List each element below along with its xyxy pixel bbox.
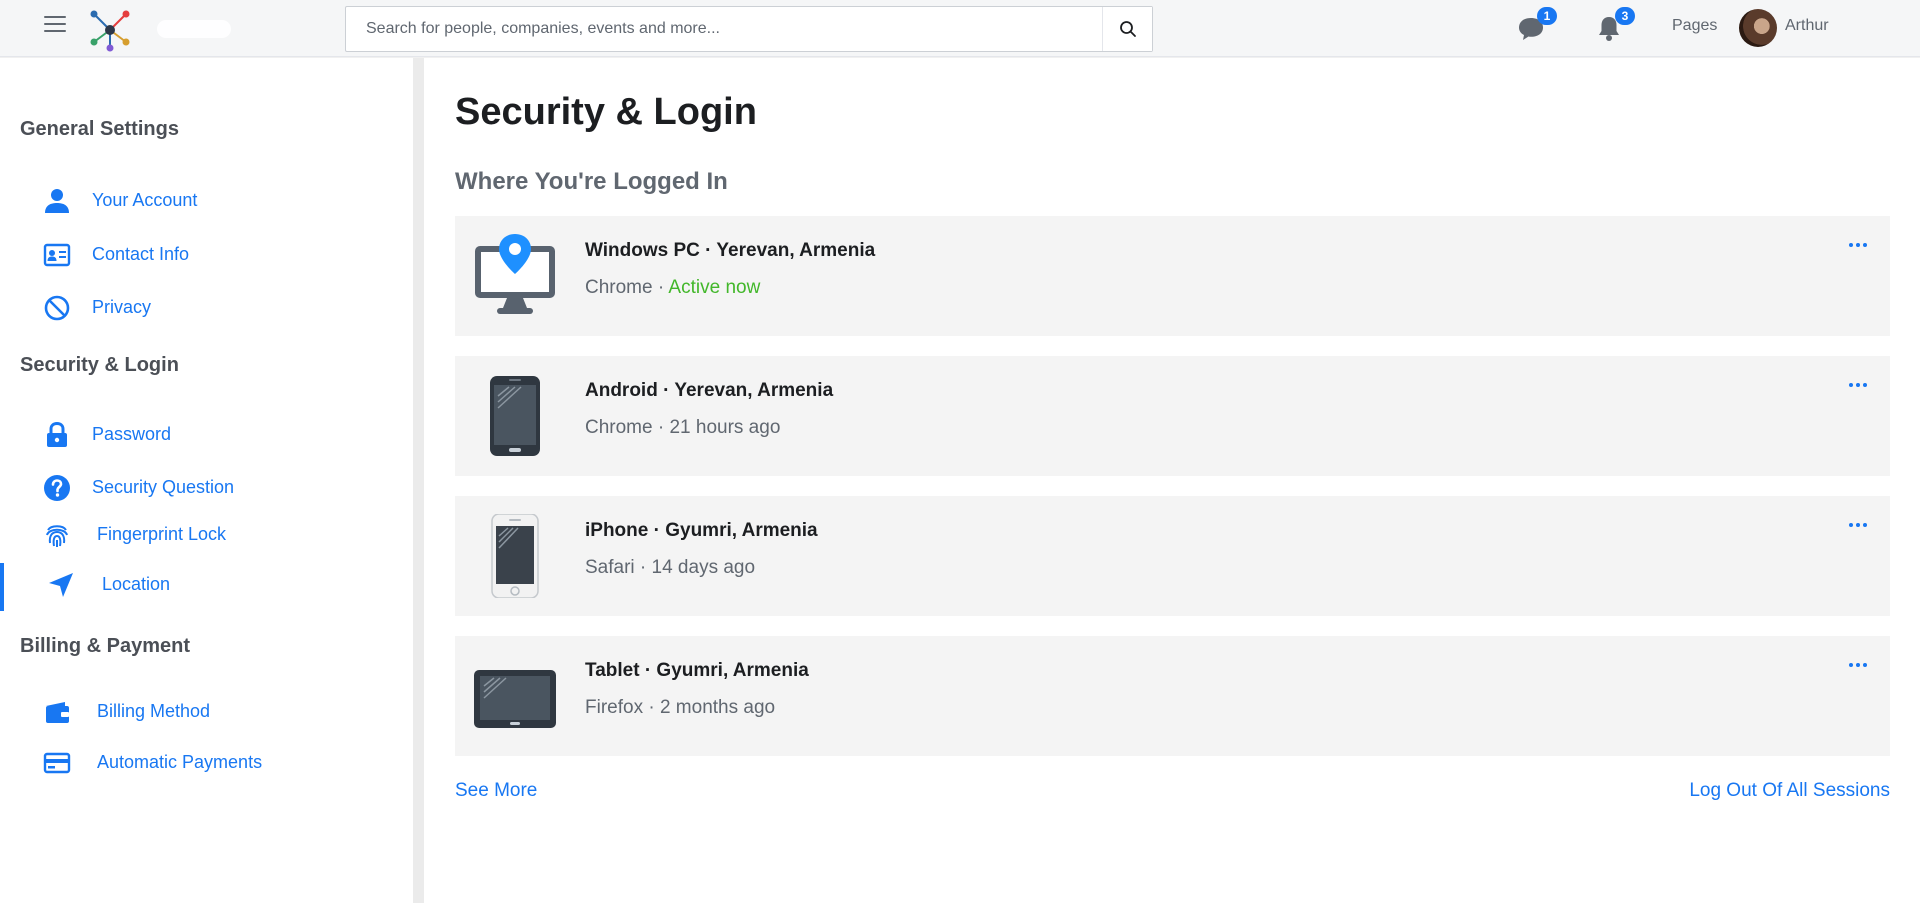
contact-card-icon — [43, 243, 71, 267]
app-logo[interactable] — [88, 8, 132, 52]
desktop-location-icon — [475, 234, 555, 314]
sidebar-item-privacy[interactable]: Privacy — [0, 286, 413, 330]
session-details: Firefox · 2 months ago — [585, 697, 776, 718]
more-options-button[interactable] — [1846, 658, 1870, 672]
lock-icon — [47, 421, 67, 447]
section-subtitle: Where You're Logged In — [455, 168, 728, 195]
sidebar-item-label: Privacy — [92, 297, 152, 317]
location-arrow-icon — [49, 573, 73, 597]
dot — [1856, 663, 1860, 667]
dot — [1856, 383, 1860, 387]
tablet-icon — [474, 670, 556, 728]
notifications-badge: 3 — [1615, 7, 1635, 25]
menu-icon[interactable] — [44, 16, 66, 34]
username[interactable]: Arthur — [1785, 17, 1829, 35]
search-input[interactable] — [346, 7, 1103, 51]
dot — [1849, 663, 1853, 667]
more-options-button[interactable] — [1846, 518, 1870, 532]
session-device: iPhone · Gyumri, Armenia — [585, 520, 818, 541]
session-browser: Chrome · — [585, 277, 669, 298]
page-title: Security & Login — [455, 91, 757, 133]
session-details: Safari · 14 days ago — [585, 557, 756, 578]
session-details: Chrome · Active now — [585, 277, 760, 299]
main-content: Security & Login Where You're Logged In … — [424, 58, 1920, 903]
session-device: Tablet · Gyumri, Armenia — [585, 660, 809, 681]
dot — [1849, 243, 1853, 247]
see-more-link[interactable]: See More — [455, 780, 537, 802]
sidebar-divider — [413, 58, 424, 903]
sidebar-item-billing-method[interactable]: Billing Method — [0, 690, 413, 734]
sidebar-item-label: Automatic Payments — [97, 752, 263, 772]
sidebar-item-label: Security Question — [92, 477, 235, 497]
pages-link[interactable]: Pages — [1672, 17, 1717, 35]
dot — [1863, 383, 1867, 387]
android-phone-icon — [490, 376, 540, 456]
dot — [1849, 523, 1853, 527]
fingerprint-icon — [46, 525, 68, 547]
session-card-windows-pc[interactable]: Windows PC · Yerevan, Armenia Chrome · A… — [455, 216, 1890, 336]
search-icon — [1119, 21, 1136, 37]
session-details: Chrome · 21 hours ago — [585, 417, 781, 438]
section-title-security-login: Security & Login — [20, 354, 179, 376]
sidebar-item-label: Fingerprint Lock — [97, 524, 227, 544]
session-device: Windows PC · Yerevan, Armenia — [585, 240, 876, 261]
sidebar-item-label: Location — [102, 574, 171, 594]
question-icon — [44, 475, 70, 501]
sidebar-item-label: Contact Info — [92, 244, 190, 264]
sidebar-item-location[interactable]: Location — [0, 563, 413, 611]
session-card-android[interactable]: Android · Yerevan, Armenia Chrome · 21 h… — [455, 356, 1890, 476]
dot — [1849, 383, 1853, 387]
sidebar-item-your-account[interactable]: Your Account — [0, 179, 413, 223]
user-icon — [45, 189, 69, 213]
session-device: Android · Yerevan, Armenia — [585, 380, 834, 401]
sidebar-item-contact-info[interactable]: Contact Info — [0, 233, 413, 277]
top-navigation-bar: 1 3 Pages Arthur — [0, 0, 1920, 57]
messages-button[interactable]: 1 — [1515, 7, 1557, 44]
sidebar-item-password[interactable]: Password — [0, 413, 413, 457]
dot — [1863, 243, 1867, 247]
sidebar-item-label: Your Account — [92, 190, 198, 210]
wallet-icon — [46, 702, 69, 723]
sidebar-item-fingerprint-lock[interactable]: Fingerprint Lock — [0, 513, 413, 557]
session-card-tablet[interactable]: Tablet · Gyumri, Armenia Firefox · 2 mon… — [455, 636, 1890, 756]
block-icon — [44, 295, 70, 321]
dot — [1856, 243, 1860, 247]
sidebar-item-automatic-payments[interactable]: Automatic Payments — [0, 741, 413, 785]
avatar[interactable] — [1739, 9, 1777, 47]
log-out-all-sessions-link[interactable]: Log Out Of All Sessions — [1689, 780, 1890, 802]
sidebar-item-label: Billing Method — [97, 701, 211, 721]
more-options-button[interactable] — [1846, 238, 1870, 252]
section-title-general-settings: General Settings — [20, 118, 179, 140]
section-title-billing-payment: Billing & Payment — [20, 635, 191, 657]
sidebar-item-label: Password — [92, 424, 172, 444]
messages-badge: 1 — [1537, 7, 1557, 25]
settings-sidebar: General Settings Your Account Contact In… — [0, 58, 413, 903]
dot — [1856, 523, 1860, 527]
dot — [1863, 663, 1867, 667]
dot — [1863, 523, 1867, 527]
brand-wordmark — [157, 20, 231, 38]
session-status: Active now — [668, 277, 761, 298]
search-button[interactable] — [1102, 7, 1152, 51]
search-bar — [345, 6, 1153, 52]
iphone-icon — [491, 514, 539, 598]
more-options-button[interactable] — [1846, 378, 1870, 392]
notifications-button[interactable]: 3 — [1593, 7, 1635, 44]
sidebar-item-security-question[interactable]: Security Question — [0, 466, 413, 510]
session-card-iphone[interactable]: iPhone · Gyumri, Armenia Safari · 14 day… — [455, 496, 1890, 616]
credit-card-icon — [43, 752, 71, 774]
